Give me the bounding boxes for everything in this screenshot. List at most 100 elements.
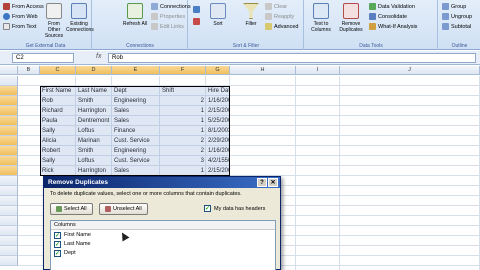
- data-cell[interactable]: 1: [160, 106, 206, 116]
- data-cell[interactable]: Sales: [112, 116, 160, 126]
- header-cell[interactable]: First Name: [40, 86, 76, 96]
- data-cell[interactable]: Sales: [112, 166, 160, 176]
- header-cell[interactable]: Shift: [160, 86, 206, 96]
- column-header[interactable]: J: [340, 66, 480, 75]
- what-if-button[interactable]: What-If Analysis: [369, 23, 417, 30]
- refresh-all-button[interactable]: Refresh All: [121, 3, 149, 27]
- row-header[interactable]: [0, 256, 18, 266]
- row-header[interactable]: [0, 196, 18, 206]
- data-cell[interactable]: Dentremont: [76, 116, 112, 126]
- data-cell[interactable]: Smith: [76, 96, 112, 106]
- column-checkbox[interactable]: ✓: [54, 249, 61, 257]
- columns-listbox[interactable]: Columns ✓ First Name ✓ Last Name ✓ Dept: [50, 220, 276, 270]
- row-header[interactable]: [0, 206, 18, 216]
- row-header[interactable]: [0, 136, 18, 146]
- column-option[interactable]: ✓ Last Name: [51, 240, 275, 248]
- data-cell[interactable]: Cust. Service: [112, 156, 160, 166]
- row-header[interactable]: [0, 176, 18, 186]
- data-cell[interactable]: 5/25/2001: [206, 116, 230, 126]
- data-cell[interactable]: 2/29/2008: [206, 136, 230, 146]
- data-cell[interactable]: Richard: [40, 106, 76, 116]
- data-cell[interactable]: 2/15/2008: [206, 106, 230, 116]
- data-cell[interactable]: Rick: [40, 166, 76, 176]
- from-web-button[interactable]: From Web: [3, 13, 38, 20]
- data-cell[interactable]: Finance: [112, 126, 160, 136]
- existing-connections-button[interactable]: Existing Connections: [66, 3, 94, 33]
- data-cell[interactable]: Alicia: [40, 136, 76, 146]
- reapply-button[interactable]: Reapply: [265, 13, 294, 20]
- data-cell[interactable]: 2: [160, 96, 206, 106]
- text-to-columns-button[interactable]: Text to Columns: [307, 3, 335, 33]
- row-header[interactable]: [0, 226, 18, 236]
- row-header[interactable]: [0, 106, 18, 116]
- column-header[interactable]: C: [40, 66, 76, 75]
- row-header[interactable]: [0, 116, 18, 126]
- column-header[interactable]: B: [18, 66, 40, 75]
- data-cell[interactable]: 1: [160, 166, 206, 176]
- data-cell[interactable]: Sally: [40, 156, 76, 166]
- from-text-button[interactable]: From Text: [3, 23, 36, 30]
- header-cell[interactable]: Dept: [112, 86, 160, 96]
- data-cell[interactable]: Engineering: [112, 96, 160, 106]
- data-cell[interactable]: 8/1/2003: [206, 126, 230, 136]
- data-cell[interactable]: Paula: [40, 116, 76, 126]
- row-header[interactable]: [0, 246, 18, 256]
- data-cell[interactable]: 2: [160, 136, 206, 146]
- ungroup-button[interactable]: Ungroup: [442, 13, 472, 20]
- data-cell[interactable]: 1/16/2008: [206, 146, 230, 156]
- data-cell[interactable]: Sales: [112, 106, 160, 116]
- column-option[interactable]: ✓ First Name: [51, 231, 275, 239]
- dialog-title-bar[interactable]: Remove Duplicates ? ✕: [44, 177, 280, 188]
- headers-checkbox[interactable]: ✓: [204, 205, 211, 212]
- sort-za-button[interactable]: [193, 18, 200, 25]
- data-cell[interactable]: Sally: [40, 126, 76, 136]
- row-header[interactable]: [0, 216, 18, 226]
- data-cell[interactable]: 2/15/2008: [206, 166, 230, 176]
- data-cell[interactable]: Cust. Service: [112, 136, 160, 146]
- row-header[interactable]: [0, 146, 18, 156]
- my-data-has-headers[interactable]: ✓ My data has headers: [204, 205, 265, 212]
- unselect-all-button[interactable]: Unselect All: [99, 203, 148, 215]
- data-cell[interactable]: Engineering: [112, 146, 160, 156]
- row-header[interactable]: [0, 86, 18, 96]
- edit-links-button[interactable]: Edit Links: [151, 23, 184, 30]
- help-button[interactable]: ?: [257, 178, 267, 187]
- column-header[interactable]: F: [160, 66, 206, 75]
- connections-button[interactable]: Connections: [151, 3, 191, 10]
- column-checkbox[interactable]: ✓: [54, 231, 61, 239]
- header-cell[interactable]: Last Name: [76, 86, 112, 96]
- data-cell[interactable]: 2: [160, 146, 206, 156]
- formula-input[interactable]: Rob: [108, 53, 476, 63]
- row-header[interactable]: [0, 96, 18, 106]
- row-header[interactable]: [0, 156, 18, 166]
- data-cell[interactable]: 3: [160, 156, 206, 166]
- column-header[interactable]: I: [296, 66, 340, 75]
- advanced-button[interactable]: Advanced: [265, 23, 298, 30]
- column-option[interactable]: ✓ Dept: [51, 249, 275, 257]
- row-header[interactable]: [0, 76, 18, 86]
- column-header[interactable]: E: [112, 66, 160, 75]
- subtotal-button[interactable]: Subtotal: [442, 23, 471, 30]
- data-cell[interactable]: Harrington: [76, 166, 112, 176]
- row-header[interactable]: [0, 126, 18, 136]
- column-header[interactable]: G: [206, 66, 230, 75]
- data-cell[interactable]: Robert: [40, 146, 76, 156]
- sort-button[interactable]: Sort: [207, 3, 229, 27]
- header-cell[interactable]: Hire Date: [206, 86, 230, 96]
- data-cell[interactable]: Loftus: [76, 156, 112, 166]
- data-cell[interactable]: 1: [160, 126, 206, 136]
- remove-duplicates-button[interactable]: Remove Duplicates: [336, 3, 366, 33]
- sort-az-button[interactable]: [193, 6, 200, 13]
- clear-button[interactable]: Clear: [265, 3, 287, 10]
- column-checkbox[interactable]: ✓: [54, 240, 61, 248]
- data-cell[interactable]: Harrington: [76, 106, 112, 116]
- select-all-corner[interactable]: [0, 66, 18, 75]
- data-cell[interactable]: 1/16/2008: [206, 96, 230, 106]
- row-header[interactable]: [0, 236, 18, 246]
- row-header[interactable]: [0, 166, 18, 176]
- data-cell[interactable]: 1: [160, 116, 206, 126]
- data-cell[interactable]: 4/2/1550: [206, 156, 230, 166]
- consolidate-button[interactable]: Consolidate: [369, 13, 407, 20]
- name-box[interactable]: C2: [12, 53, 74, 63]
- fx-icon[interactable]: fx: [96, 53, 101, 60]
